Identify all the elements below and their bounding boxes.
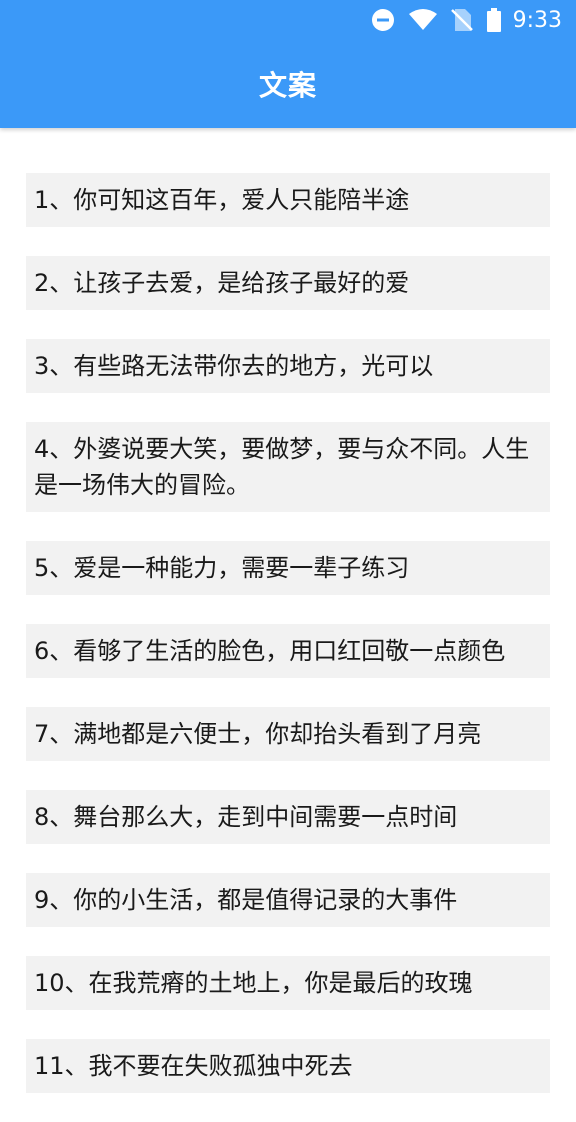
list-item[interactable]: 1、你可知这百年，爱人只能陪半途 <box>26 173 550 227</box>
status-time: 9:33 <box>512 7 562 33</box>
list-item[interactable]: 11、我不要在失败孤独中死去 <box>26 1039 550 1093</box>
list-item[interactable]: 5、爱是一种能力，需要一辈子练习 <box>26 541 550 595</box>
battery-icon <box>486 8 501 32</box>
list-item[interactable]: 4、外婆说要大笑，要做梦，要与众不同。人生是一场伟大的冒险。 <box>26 422 550 512</box>
list-item[interactable]: 9、你的小生活，都是值得记录的大事件 <box>26 873 550 927</box>
list-item[interactable]: 6、看够了生活的脸色，用口红回敬一点颜色 <box>26 624 550 678</box>
status-bar: 9:33 <box>0 0 576 40</box>
list-item[interactable]: 2、让孩子去爱，是给孩子最好的爱 <box>26 256 550 310</box>
list-item[interactable]: 7、满地都是六便士，你却抬头看到了月亮 <box>26 707 550 761</box>
do-not-disturb-icon <box>371 8 395 32</box>
copywriting-list: 1、你可知这百年，爱人只能陪半途 2、让孩子去爱，是给孩子最好的爱 3、有些路无… <box>26 173 550 1122</box>
wifi-icon <box>408 9 437 31</box>
list-item[interactable]: 3、有些路无法带你去的地方，光可以 <box>26 339 550 393</box>
list-item[interactable]: 10、在我荒瘠的土地上，你是最后的玫瑰 <box>26 956 550 1010</box>
no-sim-icon <box>450 8 473 32</box>
page-title: 文案 <box>258 69 317 102</box>
list-item[interactable]: 8、舞台那么大，走到中间需要一点时间 <box>26 790 550 844</box>
app-bar: 9:33 文案 <box>0 0 576 128</box>
